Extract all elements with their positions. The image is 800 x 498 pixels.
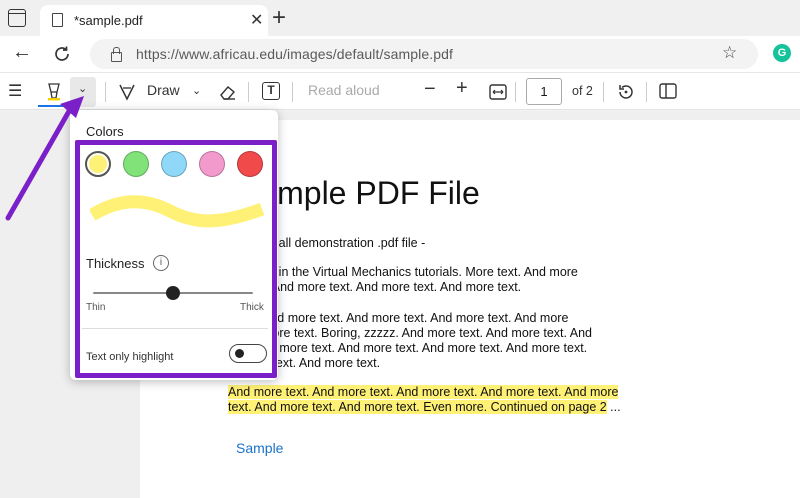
tab-actions-icon[interactable] [8, 9, 26, 27]
chevron-down-icon: ⌄ [78, 83, 88, 95]
add-text-icon[interactable]: T [262, 82, 280, 100]
pdf-text-line: small demonstration .pdf file - [262, 236, 426, 250]
navigation-bar: ← https://www.africau.edu/images/default… [0, 36, 800, 72]
toolbar-divider [105, 82, 106, 102]
pdf-toolbar: ☰ ⌄ Draw ⌄ T Read aloud − + 1 of 2 [0, 72, 800, 110]
toolbar-divider [603, 82, 604, 102]
sample-link[interactable]: Sample [236, 440, 283, 456]
new-tab-button[interactable]: + [272, 4, 286, 32]
page-total: of 2 [572, 84, 593, 98]
page-view-icon[interactable] [659, 83, 677, 99]
highlight-options-dropdown[interactable]: ⌄ [70, 77, 96, 107]
annotation-highlight-box [75, 140, 277, 378]
tab-title: *sample.pdf [74, 13, 143, 28]
zoom-out-button[interactable]: − [424, 78, 436, 101]
eraser-icon[interactable] [219, 83, 237, 101]
page-number-input[interactable]: 1 [526, 78, 562, 105]
tab-strip: *sample.pdf ✕ + [0, 0, 800, 36]
back-icon[interactable]: ← [12, 41, 32, 64]
zoom-in-button[interactable]: + [456, 77, 468, 100]
highlighted-paragraph[interactable]: And more text. And more text. And more t… [228, 385, 621, 415]
browser-tab[interactable]: *sample.pdf ✕ [40, 5, 268, 36]
fit-to-width-icon[interactable] [489, 84, 507, 100]
draw-pen-icon[interactable] [118, 83, 136, 101]
draw-options-chevron-icon[interactable]: ⌄ [192, 84, 201, 97]
refresh-icon[interactable] [52, 44, 72, 64]
highlighted-text[interactable]: text. And more text. And more text. Even… [228, 400, 607, 414]
highlight-button[interactable] [38, 77, 70, 107]
toolbar-divider [248, 82, 249, 102]
add-favorite-icon[interactable]: ☆ [722, 43, 737, 63]
read-aloud-button[interactable]: Read aloud [308, 82, 380, 98]
toolbar-divider [292, 82, 293, 102]
colors-label: Colors [86, 124, 124, 139]
toolbar-divider [646, 82, 647, 102]
lock-icon[interactable] [110, 47, 122, 62]
contents-icon[interactable]: ☰ [8, 81, 22, 101]
document-icon [52, 13, 63, 27]
address-bar[interactable]: https://www.africau.edu/images/default/s… [90, 39, 758, 69]
pdf-text-line: t. And more text. And more text. And mor… [262, 280, 522, 294]
pdf-text-line: nd more text. And more text. And more te… [262, 341, 588, 355]
url-text[interactable]: https://www.africau.edu/images/default/s… [136, 46, 453, 62]
ellipsis-text: ... [606, 400, 621, 414]
pdf-paragraph: And more text. And more text. And more t… [262, 311, 592, 371]
toolbar-divider [515, 82, 516, 102]
highlighter-icon [48, 83, 60, 101]
pdf-title: imple PDF File [270, 175, 480, 211]
pdf-text-line: And more text. And more text. And more t… [262, 311, 569, 325]
close-tab-icon[interactable]: ✕ [250, 10, 263, 30]
pdf-text-line: more text. Boring, zzzzz. And more text.… [262, 326, 593, 340]
pdf-paragraph: se in the Virtual Mechanics tutorials. M… [262, 265, 578, 295]
rotate-icon[interactable] [617, 83, 635, 101]
pdf-text-line: e text. And more text. [262, 356, 381, 370]
grammarly-extension-icon[interactable]: G [773, 44, 791, 62]
draw-button[interactable]: Draw [147, 82, 180, 98]
pdf-text-line: se in the Virtual Mechanics tutorials. M… [262, 265, 578, 279]
highlighted-text[interactable]: And more text. And more text. And more t… [228, 385, 619, 399]
